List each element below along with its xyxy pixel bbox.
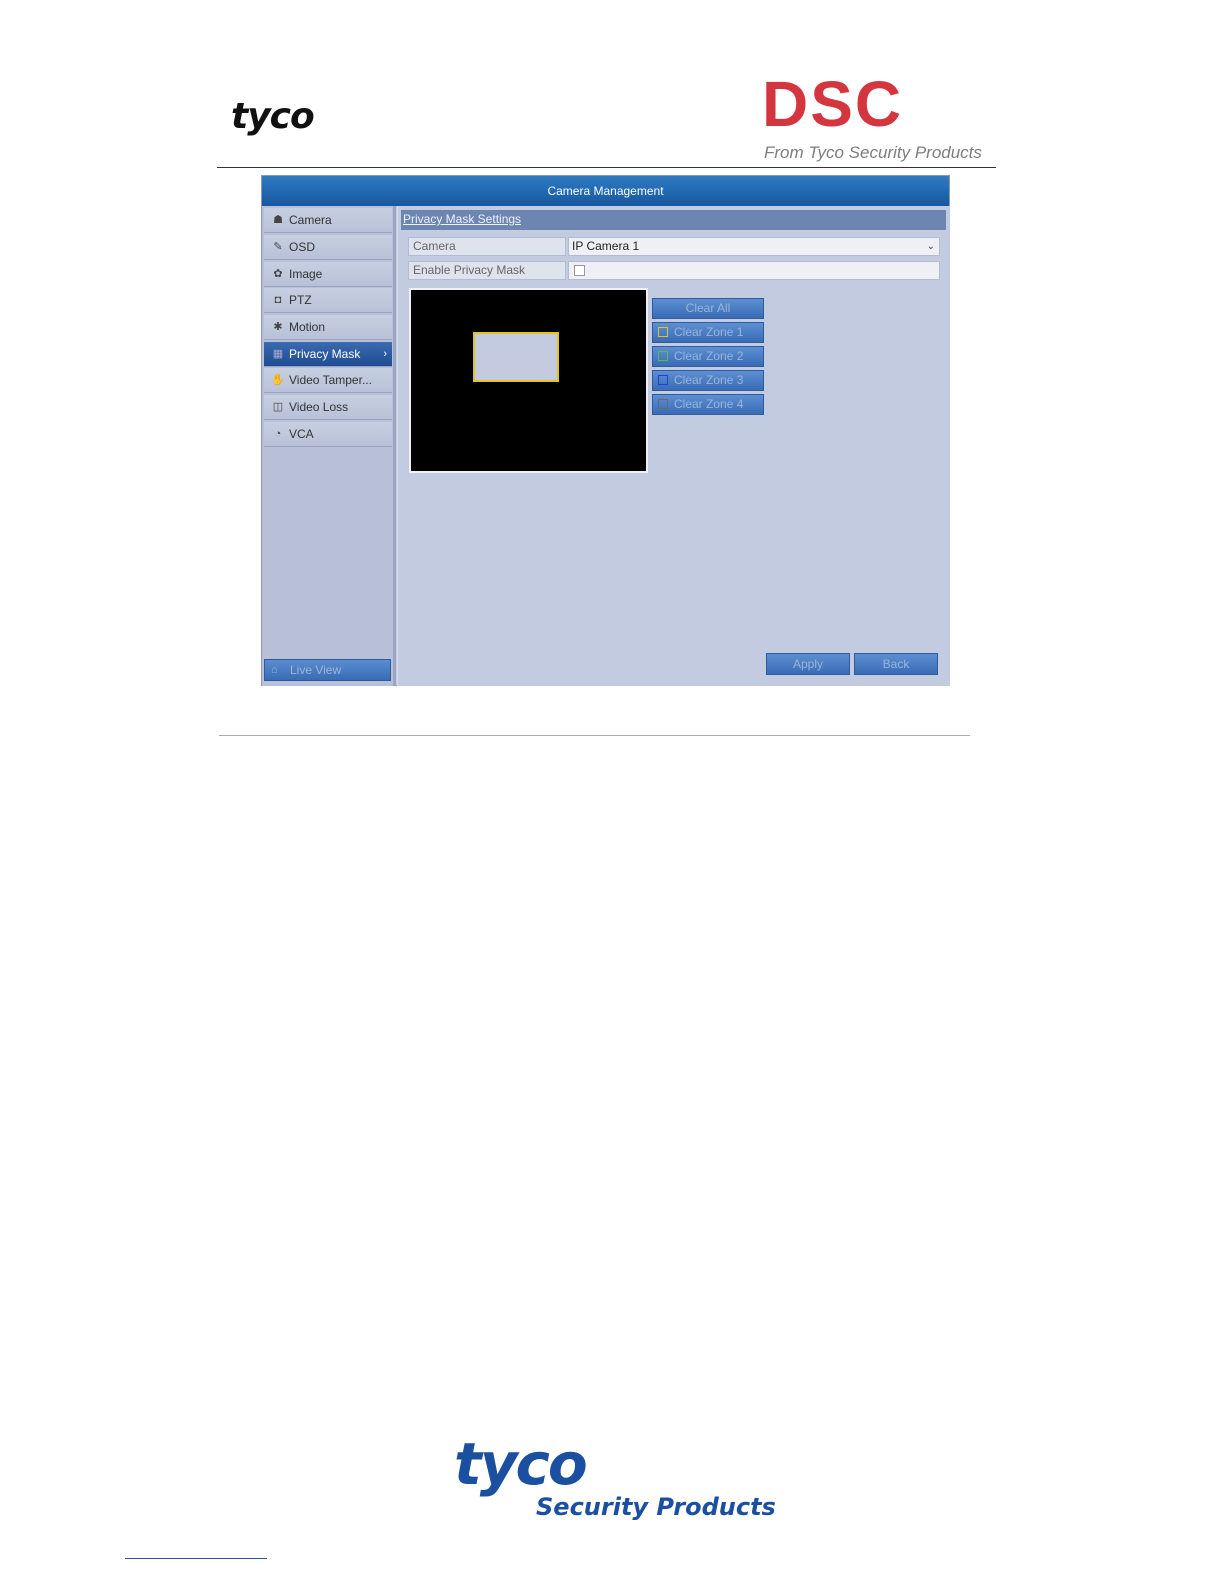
- sidebar-item-vca[interactable]: ◔ VCA: [264, 422, 392, 447]
- sidebar-item-video-tamper[interactable]: ✋ Video Tamper...: [264, 368, 392, 393]
- sidebar-item-label: Camera: [289, 213, 332, 227]
- header-divider: [217, 167, 996, 168]
- sidebar-item-video-loss[interactable]: ◫ Video Loss: [264, 395, 392, 420]
- sidebar-item-label: Video Loss: [289, 400, 349, 414]
- footer-line: [125, 1558, 267, 1559]
- tyco-logo: tyco: [231, 96, 315, 137]
- clear-zone-4-label: Clear Zone 4: [674, 397, 744, 411]
- sidebar-item-label: Video Tamper...: [289, 373, 372, 387]
- image-icon: ✿: [273, 268, 283, 280]
- camera-select[interactable]: IP Camera 1 ⌄: [568, 237, 940, 256]
- sidebar-item-label: VCA: [289, 427, 314, 441]
- tyco-security-products-text: Security Products: [536, 1493, 776, 1521]
- sidebar-item-osd[interactable]: ✎ OSD: [264, 235, 392, 260]
- section-header: Privacy Mask Settings: [401, 210, 946, 230]
- camera-label: Camera: [408, 237, 566, 256]
- camera-icon: ☗: [273, 214, 283, 226]
- motion-icon: ✱: [273, 321, 283, 333]
- clear-all-label: Clear All: [685, 301, 731, 315]
- camera-select-value: IP Camera 1: [572, 239, 640, 253]
- clear-zone-1-button[interactable]: Clear Zone 1: [652, 322, 764, 343]
- section-title: Privacy Mask Settings: [403, 212, 522, 226]
- live-view-label: Live View: [290, 663, 342, 677]
- dsc-tagline: From Tyco Security Products: [764, 143, 982, 162]
- sidebar: ☗ Camera ✎ OSD ✿ Image ◘ PTZ ✱ Motion ▦ …: [262, 206, 396, 686]
- enable-privacy-mask-checkbox[interactable]: [574, 265, 585, 276]
- window-title: Camera Management: [262, 176, 949, 206]
- clear-zone-3-label: Clear Zone 3: [674, 373, 744, 387]
- clear-zone-4-button[interactable]: Clear Zone 4: [652, 394, 764, 415]
- sidebar-item-camera[interactable]: ☗ Camera: [264, 208, 392, 233]
- enable-privacy-mask-label: Enable Privacy Mask: [408, 261, 566, 280]
- clear-all-button[interactable]: Clear All: [652, 298, 764, 319]
- sidebar-item-image[interactable]: ✿ Image: [264, 262, 392, 287]
- clear-zone-3-button[interactable]: Clear Zone 3: [652, 370, 764, 391]
- content-divider: [219, 735, 970, 736]
- zone-1-swatch-icon: [658, 327, 668, 337]
- back-button[interactable]: Back: [854, 653, 938, 675]
- home-icon: ⌂: [271, 664, 278, 676]
- zone-2-swatch-icon: [658, 351, 668, 361]
- vca-icon: ◔: [274, 428, 282, 440]
- chevron-right-icon: ›: [383, 348, 387, 360]
- osd-icon: ✎: [273, 241, 283, 253]
- dsc-logo: DSC: [762, 68, 904, 140]
- video-loss-icon: ◫: [272, 401, 284, 413]
- sidebar-item-label: Image: [289, 267, 323, 281]
- clear-zone-2-button[interactable]: Clear Zone 2: [652, 346, 764, 367]
- sidebar-item-label: OSD: [289, 240, 316, 254]
- zone-4-swatch-icon: [658, 399, 668, 409]
- privacy-mask-icon: ▦: [272, 348, 284, 360]
- sidebar-item-label: Motion: [289, 320, 326, 334]
- tyco-security-logo: tyco: [454, 1430, 588, 1498]
- sidebar-item-motion[interactable]: ✱ Motion: [264, 315, 392, 340]
- apply-button[interactable]: Apply: [766, 653, 850, 675]
- enable-field: [568, 261, 940, 280]
- privacy-mask-zone[interactable]: [473, 332, 559, 382]
- camera-row: Camera IP Camera 1 ⌄: [408, 237, 940, 256]
- sidebar-item-privacy-mask[interactable]: ▦ Privacy Mask ›: [264, 342, 392, 367]
- main-content: Privacy Mask Settings Camera IP Camera 1…: [397, 206, 950, 686]
- camera-management-window: Camera Management ☗ Camera ✎ OSD ✿ Image…: [261, 175, 950, 686]
- camera-preview[interactable]: [409, 288, 648, 473]
- zone-3-swatch-icon: [658, 375, 668, 385]
- live-view-button[interactable]: ⌂ Live View: [264, 659, 391, 681]
- ptz-icon: ◘: [274, 294, 282, 306]
- chevron-down-icon: ⌄: [926, 241, 935, 252]
- enable-row: Enable Privacy Mask: [408, 261, 940, 280]
- sidebar-item-ptz[interactable]: ◘ PTZ: [264, 288, 392, 313]
- clear-zone-1-label: Clear Zone 1: [674, 325, 744, 339]
- sidebar-item-label: PTZ: [289, 293, 312, 307]
- video-tamper-icon: ✋: [271, 374, 285, 386]
- sidebar-item-label: Privacy Mask: [289, 347, 361, 361]
- clear-zone-2-label: Clear Zone 2: [674, 349, 744, 363]
